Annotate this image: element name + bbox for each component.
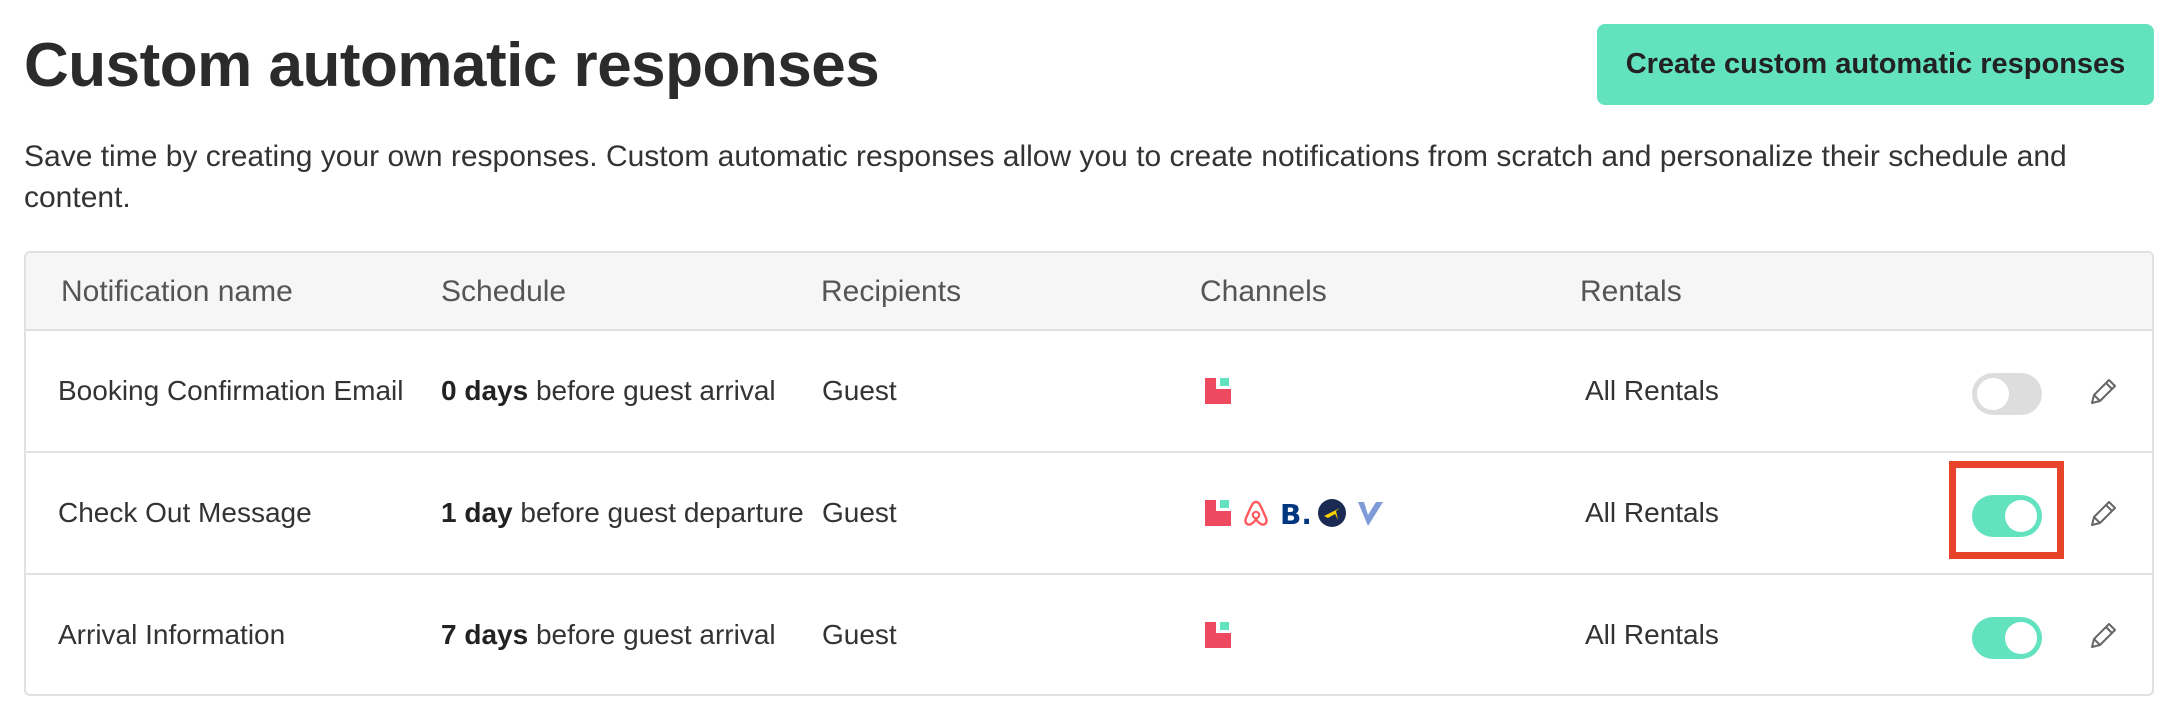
header-rentals: Rentals xyxy=(1580,275,1682,308)
header-channels: Channels xyxy=(1200,275,1327,308)
schedule-description: before guest arrival xyxy=(528,619,776,650)
recipients: Guest xyxy=(822,619,897,650)
pencil-icon[interactable] xyxy=(2086,619,2120,653)
rentals: All Rentals xyxy=(1585,497,1719,528)
schedule: 0 days before guest arrival xyxy=(441,331,776,451)
vrbo-icon xyxy=(1355,498,1385,528)
enable-toggle[interactable] xyxy=(1972,617,2042,659)
channels xyxy=(1203,331,1233,451)
notification-name: Arrival Information xyxy=(58,619,286,650)
airbnb-icon xyxy=(1241,498,1271,528)
toggle-knob xyxy=(2005,500,2037,532)
schedule-amount: 0 days xyxy=(441,375,529,406)
header-notification-name: Notification name xyxy=(61,275,293,308)
page-description: Save time by creating your own responses… xyxy=(24,140,2067,214)
notification-name: Check Out Message xyxy=(58,497,312,528)
notification-name: Booking Confirmation Email xyxy=(58,375,404,406)
header-recipients: Recipients xyxy=(821,275,962,308)
channels xyxy=(1203,575,1233,694)
svg-text:B.: B. xyxy=(1280,498,1309,528)
create-custom-response-button[interactable]: Create custom automatic responses xyxy=(1597,24,2154,105)
enable-toggle[interactable] xyxy=(1972,495,2042,537)
schedule-description: before guest departure xyxy=(512,497,804,528)
schedule: 7 days before guest arrival xyxy=(441,575,776,694)
lodgify-icon xyxy=(1203,376,1233,406)
responses-table: Notification name Schedule Recipients Ch… xyxy=(24,251,2154,696)
expedia-icon xyxy=(1317,498,1347,528)
channels: B. xyxy=(1203,453,1385,573)
header-schedule: Schedule xyxy=(441,275,567,308)
schedule-amount: 7 days xyxy=(441,619,529,650)
toggle-knob xyxy=(1977,378,2009,410)
lodgify-icon xyxy=(1203,498,1233,528)
table-row: Booking Confirmation Email 0 days before… xyxy=(26,331,2152,453)
pencil-icon[interactable] xyxy=(2086,375,2120,409)
rentals: All Rentals xyxy=(1585,619,1719,650)
recipients: Guest xyxy=(822,375,897,406)
schedule: 1 day before guest departure xyxy=(441,453,804,573)
page-title: Custom automatic responses xyxy=(24,31,880,100)
enable-toggle[interactable] xyxy=(1972,373,2042,415)
booking-com-icon: B. xyxy=(1279,498,1309,528)
recipients: Guest xyxy=(822,497,897,528)
rentals: All Rentals xyxy=(1585,375,1719,406)
lodgify-icon xyxy=(1203,620,1233,650)
schedule-description: before guest arrival xyxy=(528,375,776,406)
table-row: Arrival Information 7 days before guest … xyxy=(26,575,2152,694)
table-header: Notification name Schedule Recipients Ch… xyxy=(26,253,2152,331)
pencil-icon[interactable] xyxy=(2086,497,2120,531)
table-row: Check Out Message 1 day before guest dep… xyxy=(26,453,2152,575)
toggle-knob xyxy=(2005,622,2037,654)
schedule-amount: 1 day xyxy=(441,497,513,528)
